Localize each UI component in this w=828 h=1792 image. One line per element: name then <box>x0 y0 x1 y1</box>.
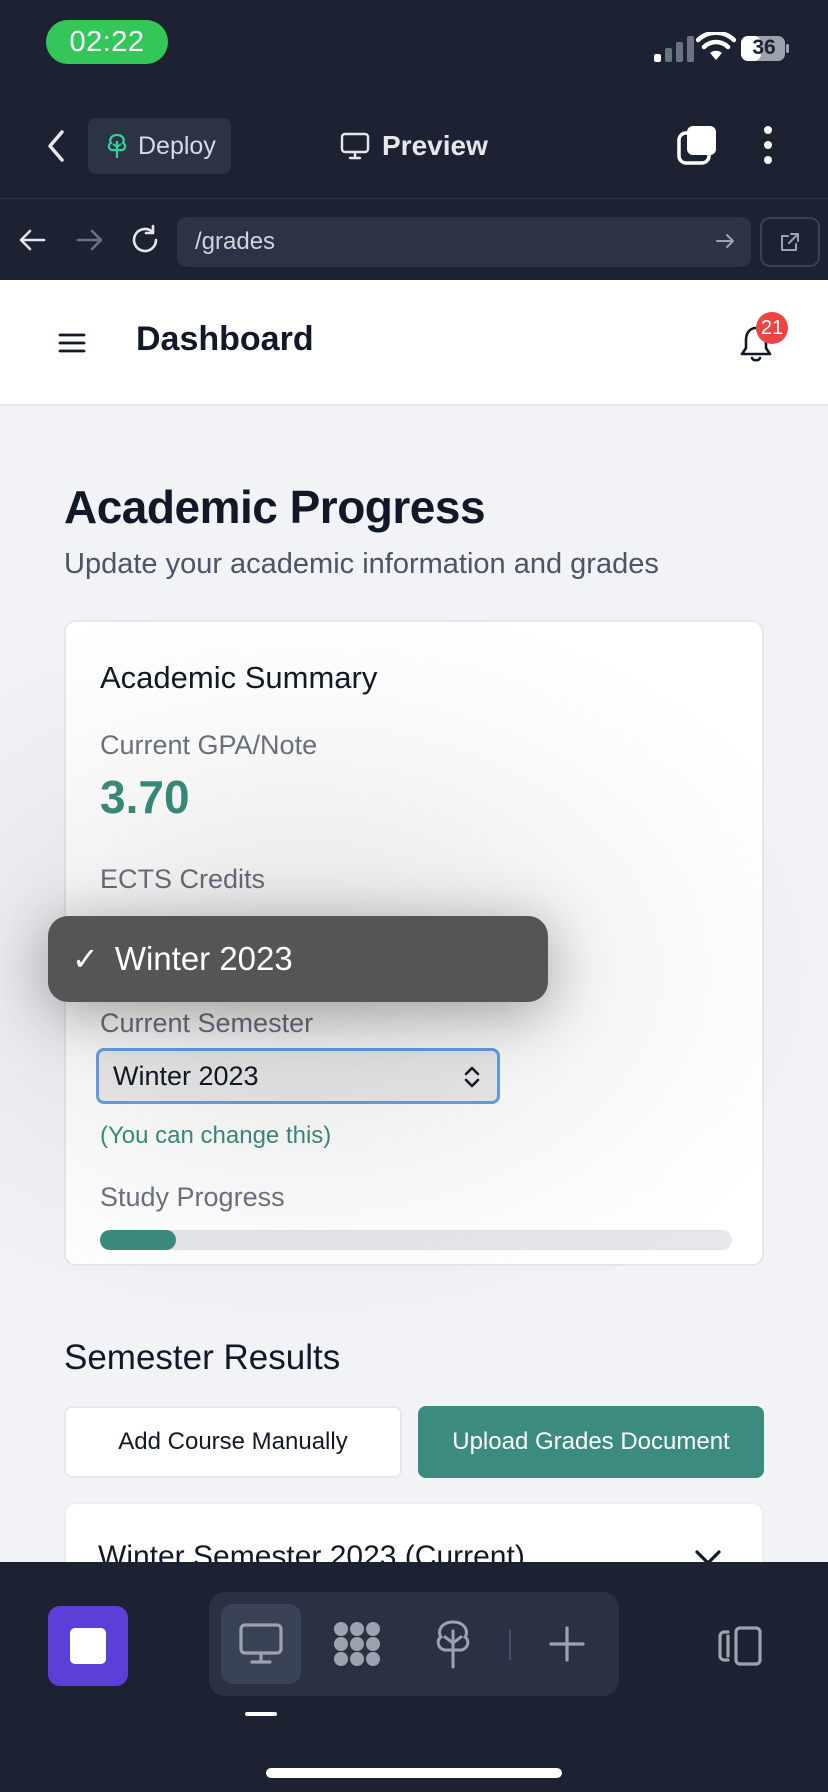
nav-forward-arrow-icon[interactable] <box>72 223 106 257</box>
battery-indicator: 36 <box>740 35 790 62</box>
page-subtitle: Update your academic information and gra… <box>64 548 659 580</box>
tool-separator <box>509 1630 511 1660</box>
semester-picker-option[interactable]: ✓ Winter 2023 <box>48 916 548 1002</box>
deploy-button[interactable]: Deploy <box>88 118 231 174</box>
preview-label: Preview <box>382 130 488 161</box>
chevron-down-icon[interactable] <box>692 1548 724 1562</box>
dots-grid-icon <box>334 1622 380 1666</box>
gpa-label: Current GPA/Note <box>100 730 318 760</box>
semester-results-title: Semester Results <box>64 1338 341 1377</box>
add-tool[interactable] <box>527 1604 607 1684</box>
url-bar-row: /grades <box>0 198 828 280</box>
external-link-icon <box>781 233 799 251</box>
url-text: /grades <box>195 228 276 255</box>
ects-label: ECTS Credits <box>100 864 266 894</box>
hamburger-menu-icon[interactable] <box>58 332 86 354</box>
app-icon-button[interactable] <box>48 1606 128 1686</box>
semester-select-value: Winter 2023 <box>113 1060 259 1091</box>
back-chevron-icon[interactable] <box>40 126 74 166</box>
active-tab-indicator <box>245 1712 277 1716</box>
notification-badge: 21 <box>756 312 788 344</box>
split-view-icon[interactable] <box>716 1624 764 1668</box>
dots-grid-tool[interactable] <box>317 1604 397 1684</box>
page-header-title: Dashboard <box>136 320 314 358</box>
battery-level: 36 <box>752 36 776 59</box>
gpa-value: 3.70 <box>100 771 190 823</box>
monitor-icon <box>340 132 370 160</box>
deploy-tool[interactable] <box>413 1604 493 1684</box>
semester-card-title: Winter Semester 2023 (Current) <box>98 1540 525 1562</box>
upload-grades-button[interactable]: Upload Grades Document <box>418 1406 764 1478</box>
preview-toggle[interactable]: Preview <box>340 124 488 168</box>
tabs-icon[interactable] <box>676 124 718 166</box>
open-external-button[interactable] <box>760 217 820 267</box>
monitor-icon <box>239 1623 283 1664</box>
select-updown-icon <box>464 1066 480 1088</box>
checkmark-icon: ✓ <box>72 941 99 977</box>
deploy-label: Deploy <box>138 131 216 160</box>
tree-icon <box>436 1620 470 1669</box>
view-tool-group <box>209 1592 619 1696</box>
nav-back-arrow-icon[interactable] <box>16 223 50 257</box>
app-toolbar: Deploy Preview <box>0 96 828 198</box>
card-title: Academic Summary <box>100 660 378 695</box>
picker-option-label: Winter 2023 <box>114 940 293 977</box>
add-course-button[interactable]: Add Course Manually <box>64 1406 402 1478</box>
status-time: 02:22 <box>46 20 168 64</box>
desktop-view-tool[interactable] <box>221 1604 301 1684</box>
go-arrow-icon[interactable] <box>713 229 737 253</box>
study-progress-bar <box>100 1230 732 1250</box>
home-indicator <box>266 1768 562 1778</box>
plus-icon <box>549 1626 585 1662</box>
stop-square-icon <box>70 1628 106 1664</box>
study-progress-fill <box>100 1230 176 1250</box>
semester-label: Current Semester <box>100 1008 314 1038</box>
status-bar: 02:22 36 <box>0 0 828 96</box>
page-title: Academic Progress <box>64 481 486 533</box>
url-input[interactable]: /grades <box>177 217 751 267</box>
semester-card[interactable]: Winter Semester 2023 (Current) <box>64 1502 764 1562</box>
bottom-dock <box>0 1562 828 1792</box>
progress-label: Study Progress <box>100 1182 285 1212</box>
tree-icon <box>107 133 127 158</box>
semester-select[interactable]: Winter 2023 <box>96 1048 500 1104</box>
semester-hint: (You can change this) <box>100 1122 332 1149</box>
more-vertical-icon[interactable] <box>750 124 786 166</box>
reload-icon[interactable] <box>128 223 162 257</box>
app-header: Dashboard 21 <box>0 280 828 406</box>
wifi-icon <box>696 32 736 60</box>
